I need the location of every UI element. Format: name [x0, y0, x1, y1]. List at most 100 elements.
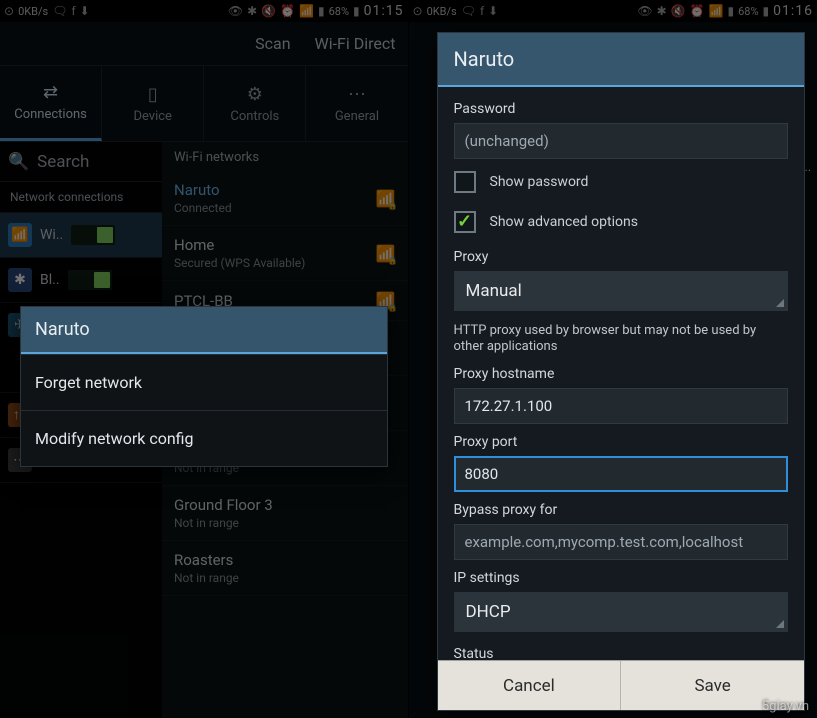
status-label: Status [454, 646, 789, 661]
proxy-port-input[interactable]: 8080 [454, 456, 789, 492]
controls-icon: ⚙ [247, 84, 263, 105]
ip-settings-spinner[interactable]: DHCP [454, 592, 789, 632]
wifi-network-item[interactable]: Naruto Connected 📶🔒 [162, 171, 408, 226]
chat-icon: 🗨 [461, 4, 476, 18]
lock-icon: 🔒 [388, 201, 398, 210]
show-advanced-label: Show advanced options [490, 214, 638, 230]
section-header: Network connections [0, 182, 162, 213]
wifi-network-item[interactable]: Roasters Not in range [162, 541, 408, 596]
download-icon: ⬇ [488, 4, 498, 18]
dialog-body: Password (unchanged) Show password Show … [438, 87, 805, 660]
popup-title: Naruto [21, 307, 387, 354]
dialog-footer: Cancel Save [438, 660, 805, 710]
forget-network-button[interactable]: Forget network [21, 354, 387, 410]
status-bar: ⊙ 0KB/s 🗨 f ⬇ 👁 ✱ 🔇 ⏰ 📶 ▮ 68% ▮ 01:16 [409, 0, 817, 22]
alarm-icon: ⏰ [280, 4, 295, 18]
chat-icon: 🗨 [52, 4, 67, 18]
wifi-context-popup: Naruto Forget network Modify network con… [20, 306, 388, 467]
search-icon: 🔍 [8, 152, 29, 172]
sidebar-item-wifi[interactable]: 📶 Wi.. [0, 213, 162, 258]
sidebar-item-bluetooth[interactable]: ✱ Bl.. [0, 258, 162, 303]
battery-pct: 68% [738, 5, 758, 18]
tab-connections[interactable]: ⇄ Connections [0, 66, 102, 141]
proxy-label: Proxy [454, 249, 789, 265]
wifi-icon: 📶 [8, 223, 32, 247]
clock: 01:16 [773, 3, 813, 19]
wifi-network-item[interactable]: Home Secured (WPS Available) 📶🔒 [162, 226, 408, 281]
download-icon: ⬇ [80, 4, 90, 18]
ip-settings-label: IP settings [454, 570, 789, 586]
mute-icon: 🔇 [261, 4, 276, 18]
dialog-title: Naruto [438, 33, 805, 87]
network-sub: Secured (WPS Available) [174, 256, 376, 270]
search-row[interactable]: 🔍 Search [0, 142, 162, 182]
data-rate: 0KB/s [427, 5, 457, 18]
tab-device[interactable]: ▯ Device [102, 66, 204, 141]
scan-button[interactable]: Scan [255, 34, 290, 53]
data-rate-icon: ⊙ [413, 4, 423, 18]
data-rate: 0KB/s [18, 5, 48, 18]
alarm-icon: ⏰ [690, 4, 705, 18]
device-icon: ▯ [148, 84, 158, 105]
wifi-direct-button[interactable]: Wi-Fi Direct [315, 34, 396, 53]
bluetooth-icon: ✱ [8, 268, 32, 292]
clock: 01:15 [364, 3, 404, 19]
bypass-input[interactable]: example.com,mycomp.test.com,localhost [454, 524, 789, 560]
network-sub: Not in range [174, 571, 396, 585]
general-icon: ⋯ [348, 84, 366, 105]
show-advanced-checkbox[interactable] [454, 211, 476, 233]
fb-icon: f [480, 4, 484, 18]
proxy-note: HTTP proxy used by browser but may not b… [454, 323, 789, 356]
wifi-signal-icon: 📶🔒 [376, 189, 396, 208]
wifi-toggle[interactable] [71, 225, 115, 245]
network-name: Home [174, 236, 376, 254]
data-rate-icon: ⊙ [4, 4, 14, 18]
settings-tabs: ⇄ Connections ▯ Device ⚙ Controls ⋯ Gene… [0, 66, 408, 142]
proxy-host-input[interactable]: 172.27.1.100 [454, 388, 789, 424]
tab-label: Device [133, 109, 172, 124]
eye-icon: 👁 [228, 4, 243, 18]
wifi-icon: 📶 [709, 4, 724, 18]
show-advanced-row[interactable]: Show advanced options [454, 205, 789, 239]
modify-network-button[interactable]: Modify network config [21, 410, 387, 466]
watermark: 5giay.vn [762, 699, 809, 714]
proxy-host-label: Proxy hostname [454, 366, 789, 382]
mute-icon: 🔇 [671, 4, 686, 18]
search-label: Search [37, 152, 89, 172]
tab-label: Connections [14, 107, 87, 122]
show-password-row[interactable]: Show password [454, 165, 789, 199]
connections-icon: ⇄ [43, 82, 58, 103]
network-sub: Connected [174, 201, 376, 215]
proxy-spinner[interactable]: Manual [454, 271, 789, 311]
wifi-icon: 📶 [299, 4, 314, 18]
tab-controls[interactable]: ⚙ Controls [204, 66, 306, 141]
screenshot-right: ⊙ 0KB/s 🗨 f ⬇ 👁 ✱ 🔇 ⏰ 📶 ▮ 68% ▮ 01:16 g.… [409, 0, 817, 718]
wifi-network-item[interactable]: Ground Floor 3Not in range [162, 486, 408, 541]
lock-icon: 🔒 [388, 303, 398, 312]
fb-icon: f [71, 4, 75, 18]
battery-icon: ▮ [763, 4, 770, 18]
bluetooth-icon: ✱ [247, 4, 257, 18]
tab-label: General [335, 109, 379, 124]
modify-network-dialog: Naruto Password (unchanged) Show passwor… [437, 32, 806, 711]
signal-icon: ▮ [318, 4, 325, 18]
tab-general[interactable]: ⋯ General [306, 66, 407, 141]
wifi-signal-icon: 📶🔒 [376, 244, 396, 263]
show-password-label: Show password [490, 174, 589, 190]
status-bar: ⊙ 0KB/s 🗨 f ⬇ 👁 ✱ 🔇 ⏰ 📶 ▮ 68% ▮ 01:15 [0, 0, 408, 22]
password-label: Password [454, 101, 789, 117]
battery-pct: 68% [329, 5, 349, 18]
tab-label: Controls [230, 109, 279, 124]
wifi-list-header: Wi-Fi networks [162, 142, 408, 171]
network-name: Naruto [174, 181, 376, 199]
cancel-button[interactable]: Cancel [438, 661, 622, 710]
bt-toggle[interactable] [68, 270, 112, 290]
sidebar-item-label: Bl.. [40, 272, 60, 288]
password-input[interactable]: (unchanged) [454, 123, 789, 159]
show-password-checkbox[interactable] [454, 171, 476, 193]
battery-icon: ▮ [353, 4, 360, 18]
network-name: Roasters [174, 551, 396, 569]
bypass-label: Bypass proxy for [454, 502, 789, 518]
header-buttons: Scan Wi-Fi Direct [0, 22, 408, 66]
network-name: Ground Floor 3 [174, 496, 396, 514]
